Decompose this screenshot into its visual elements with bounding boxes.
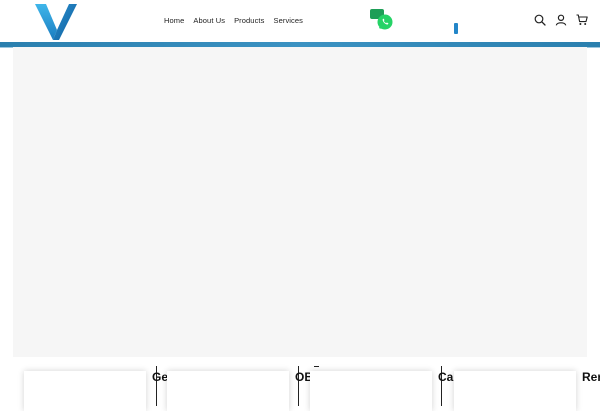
header-actions: [534, 13, 588, 26]
nav-home[interactable]: Home: [164, 16, 184, 25]
logo[interactable]: [35, 4, 77, 40]
user-icon: [555, 14, 567, 26]
whatsapp-icon: [370, 9, 393, 30]
category-label[interactable]: Ca: [438, 370, 453, 384]
search-icon: [534, 14, 546, 26]
category-label[interactable]: Ge: [152, 370, 168, 384]
category-label[interactable]: Rer: [582, 370, 600, 384]
category-card[interactable]: [454, 371, 576, 411]
search-button[interactable]: [534, 13, 546, 26]
category-card[interactable]: [310, 371, 432, 411]
account-button[interactable]: [555, 13, 567, 26]
site-header: Home About Us Products Services: [0, 0, 600, 44]
v-logo-icon: [35, 4, 77, 40]
category-card[interactable]: [24, 371, 146, 411]
card-tick: [314, 366, 319, 367]
category-cards: Ge OB Ca Rer: [0, 366, 600, 411]
category-card[interactable]: [167, 371, 289, 411]
nav-services[interactable]: Services: [273, 16, 303, 25]
cart-button[interactable]: [576, 13, 588, 25]
cart-icon: [576, 14, 588, 25]
main-nav: Home About Us Products Services: [164, 16, 303, 25]
hero-banner: [13, 47, 587, 357]
accent-tab: [454, 23, 458, 34]
nav-about-us[interactable]: About Us: [193, 16, 225, 25]
nav-products[interactable]: Products: [234, 16, 264, 25]
whatsapp-button[interactable]: [370, 9, 394, 31]
